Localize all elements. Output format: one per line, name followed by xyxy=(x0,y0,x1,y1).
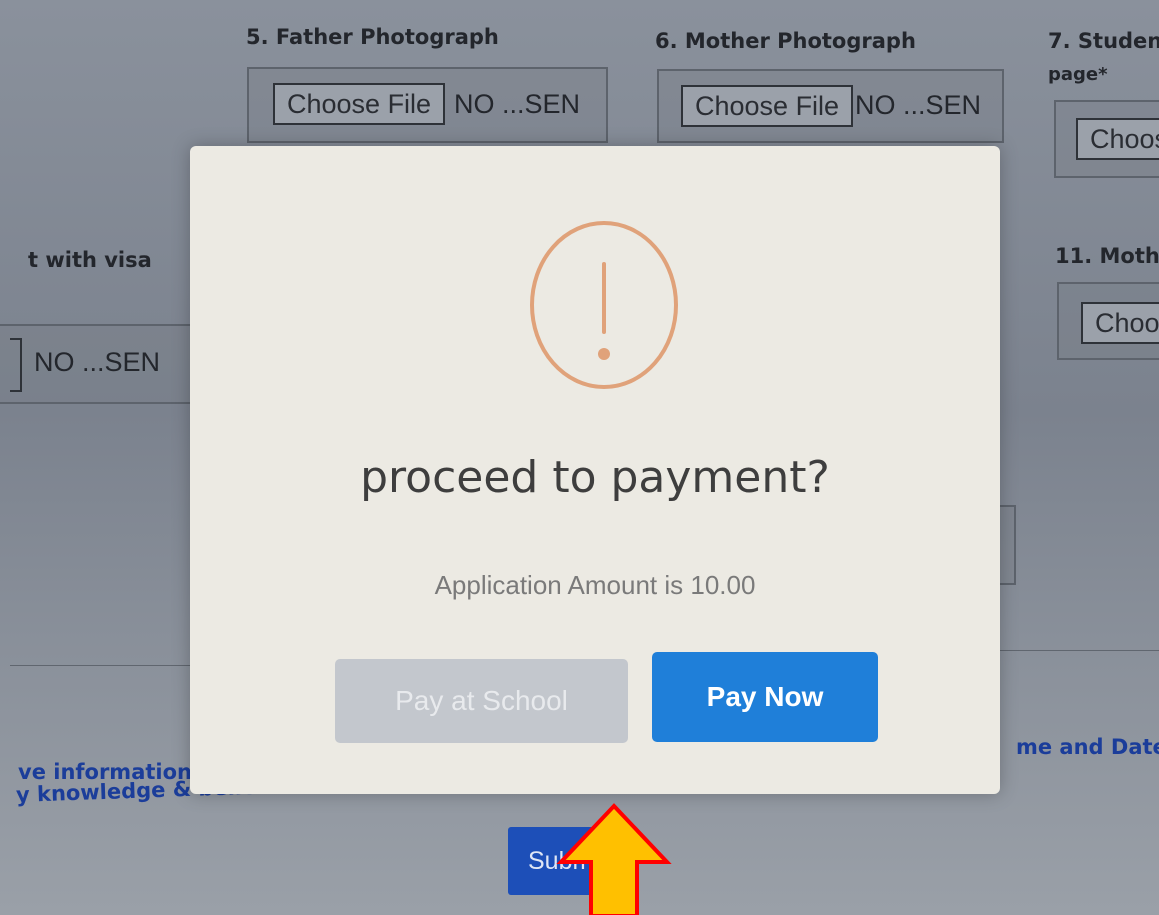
exclamation-circle-icon xyxy=(530,221,678,389)
screen: 5. Father Photograph Choose File NO ...S… xyxy=(0,0,1159,915)
father-photo-field: Choose File NO ...SEN xyxy=(247,67,608,143)
pay-at-school-button[interactable]: Pay at School xyxy=(335,659,628,743)
student-page-label: 7. Student xyxy=(1048,29,1159,53)
divider xyxy=(1000,650,1159,651)
dialog-title: proceed to payment? xyxy=(360,452,830,503)
mother-photo-field: Choose File NO ...SEN xyxy=(657,69,1004,143)
divider xyxy=(10,665,200,666)
student-page-label-line2: page* xyxy=(1048,64,1108,85)
passport-visa-field: NO ...SEN xyxy=(0,324,204,404)
hidden-field-edge xyxy=(1000,505,1016,585)
application-amount-text: Application Amount is 10.00 xyxy=(434,570,756,600)
passport-visa-choose-button[interactable] xyxy=(10,338,22,392)
father-photo-choose-button[interactable]: Choose File xyxy=(273,83,446,125)
up-arrow-annotation-icon xyxy=(556,803,672,915)
mother-photo-status: NO ...SEN xyxy=(855,90,982,120)
mother-doc-label: 11. Mothe xyxy=(1055,244,1159,268)
student-page-choose-button[interactable]: Choos xyxy=(1076,118,1159,160)
mother-photo-label: 6. Mother Photograph xyxy=(655,29,916,53)
father-photo-label: 5. Father Photograph xyxy=(246,25,499,49)
mother-doc-field: Choos xyxy=(1057,282,1159,360)
passport-visa-status: NO ...SEN xyxy=(34,347,161,377)
payment-dialog: proceed to payment? Application Amount i… xyxy=(190,146,1000,794)
passport-visa-label: t with visa xyxy=(28,248,152,272)
name-and-date-label: me and Date xyxy=(1016,735,1159,759)
mother-doc-choose-button[interactable]: Choos xyxy=(1081,302,1159,344)
father-photo-status: NO ...SEN xyxy=(454,89,581,119)
student-page-field: Choos xyxy=(1054,100,1159,178)
mother-photo-choose-button[interactable]: Choose File xyxy=(681,85,854,127)
pay-now-button[interactable]: Pay Now xyxy=(652,652,878,742)
